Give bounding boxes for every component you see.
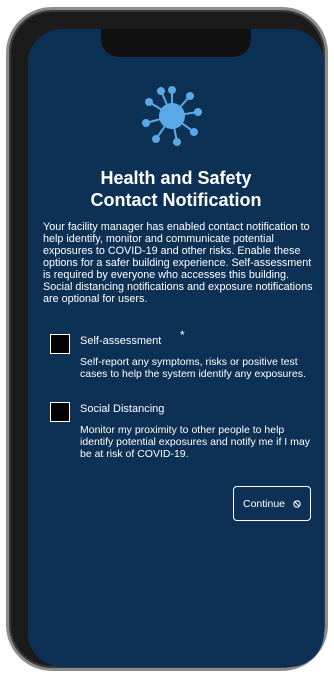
continue-label: Continue: [242, 497, 286, 510]
title-line-2: Contact Notification: [90, 190, 262, 210]
title-line-1: Health and Safety: [100, 168, 252, 188]
app-screen: Health and Safety Contact Notification Y…: [28, 29, 324, 667]
disabled-icon: [293, 499, 301, 508]
self-assessment-description: Self-report any symptoms, risks or posit…: [80, 356, 306, 380]
social-distancing-checkbox[interactable]: [50, 402, 70, 422]
phone-frame: Health and Safety Contact Notification Y…: [6, 7, 328, 671]
self-assessment-checkbox[interactable]: [50, 334, 70, 354]
self-assessment-label: Self-assessment: [80, 335, 162, 347]
social-distancing-label: Social Distancing: [80, 403, 165, 415]
phone-notch: [101, 29, 251, 57]
required-marker: *: [180, 328, 185, 342]
page-title: Health and Safety Contact Notification: [28, 167, 324, 211]
intro-description: Your facility manager has enabled contac…: [43, 221, 313, 305]
social-distancing-description: Monitor my proximity to other people to …: [80, 424, 310, 460]
virus-icon: [142, 86, 202, 146]
continue-button[interactable]: Continue: [233, 486, 311, 521]
